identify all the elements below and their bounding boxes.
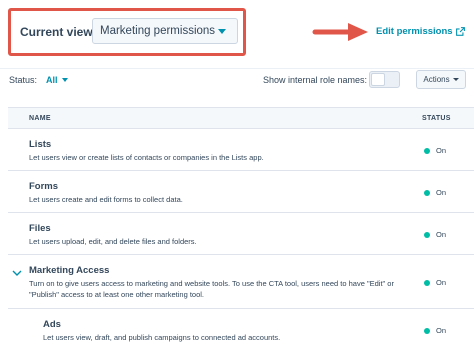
status-cell: On — [424, 230, 446, 239]
table-row: Ads Let users view, draft, and publish c… — [8, 309, 474, 352]
row-title: Lists — [29, 139, 52, 150]
view-select-value: Marketing permissions — [100, 25, 216, 37]
status-dot-icon — [424, 147, 430, 154]
row-description: Let users upload, edit, and delete files… — [29, 237, 197, 246]
actions-button[interactable]: Actions — [416, 70, 466, 89]
role-names-toggle[interactable] — [369, 71, 400, 88]
table-row: Forms Let users create and edit forms to… — [8, 171, 474, 213]
table-header: NAME STATUS — [8, 107, 474, 129]
status-cell: On — [424, 278, 446, 287]
status-dot-icon — [424, 189, 430, 196]
status-cell: On — [424, 146, 446, 155]
row-description: Turn on to give users access to marketin… — [29, 279, 394, 299]
status-dot-icon — [424, 231, 430, 238]
current-view-label: Current view: — [20, 25, 97, 39]
column-header-status: STATUS — [422, 115, 451, 122]
row-title: Files — [29, 223, 51, 234]
status-dot-icon — [424, 279, 430, 286]
chevron-down-icon[interactable] — [12, 269, 22, 277]
edit-permissions-link[interactable]: Edit permissions — [376, 26, 465, 37]
table-row: Files Let users upload, edit, and delete… — [8, 213, 474, 255]
row-title: Marketing Access — [29, 265, 110, 276]
current-view-highlight: Current view: Marketing permissions — [8, 8, 246, 56]
caret-down-icon — [452, 78, 459, 81]
status-cell: On — [424, 326, 446, 335]
arrow-right-icon — [312, 23, 368, 41]
status-text: On — [436, 146, 447, 155]
row-title: Forms — [29, 181, 59, 192]
caret-down-icon — [61, 78, 68, 82]
status-text: On — [436, 278, 447, 287]
view-select[interactable]: Marketing permissions — [92, 18, 238, 44]
status-text: On — [436, 188, 447, 197]
status-cell: On — [424, 188, 446, 197]
status-filter-value: All — [46, 75, 58, 85]
status-filter-label: Status: — [9, 75, 38, 85]
table-row: Marketing Access Turn on to give users a… — [8, 255, 474, 309]
table-row: Lists Let users view or create lists of … — [8, 129, 474, 171]
status-dot-icon — [424, 327, 430, 334]
column-header-name: NAME — [29, 115, 51, 122]
toggle-knob — [371, 73, 385, 86]
status-text: On — [436, 326, 447, 335]
caret-down-icon — [218, 29, 226, 34]
row-description: Let users view or create lists of contac… — [29, 153, 264, 162]
row-description: Let users view, draft, and publish campa… — [43, 333, 281, 342]
status-filter-dropdown[interactable]: All — [46, 75, 68, 85]
row-description: Let users create and edit forms to colle… — [29, 195, 183, 204]
row-title: Ads — [43, 319, 61, 330]
status-text: On — [436, 230, 447, 239]
edit-permissions-label: Edit permissions — [376, 26, 453, 37]
role-names-label: Show internal role names: — [263, 75, 368, 85]
external-link-icon — [455, 27, 465, 36]
top-divider — [0, 68, 474, 69]
actions-label: Actions — [423, 75, 450, 84]
